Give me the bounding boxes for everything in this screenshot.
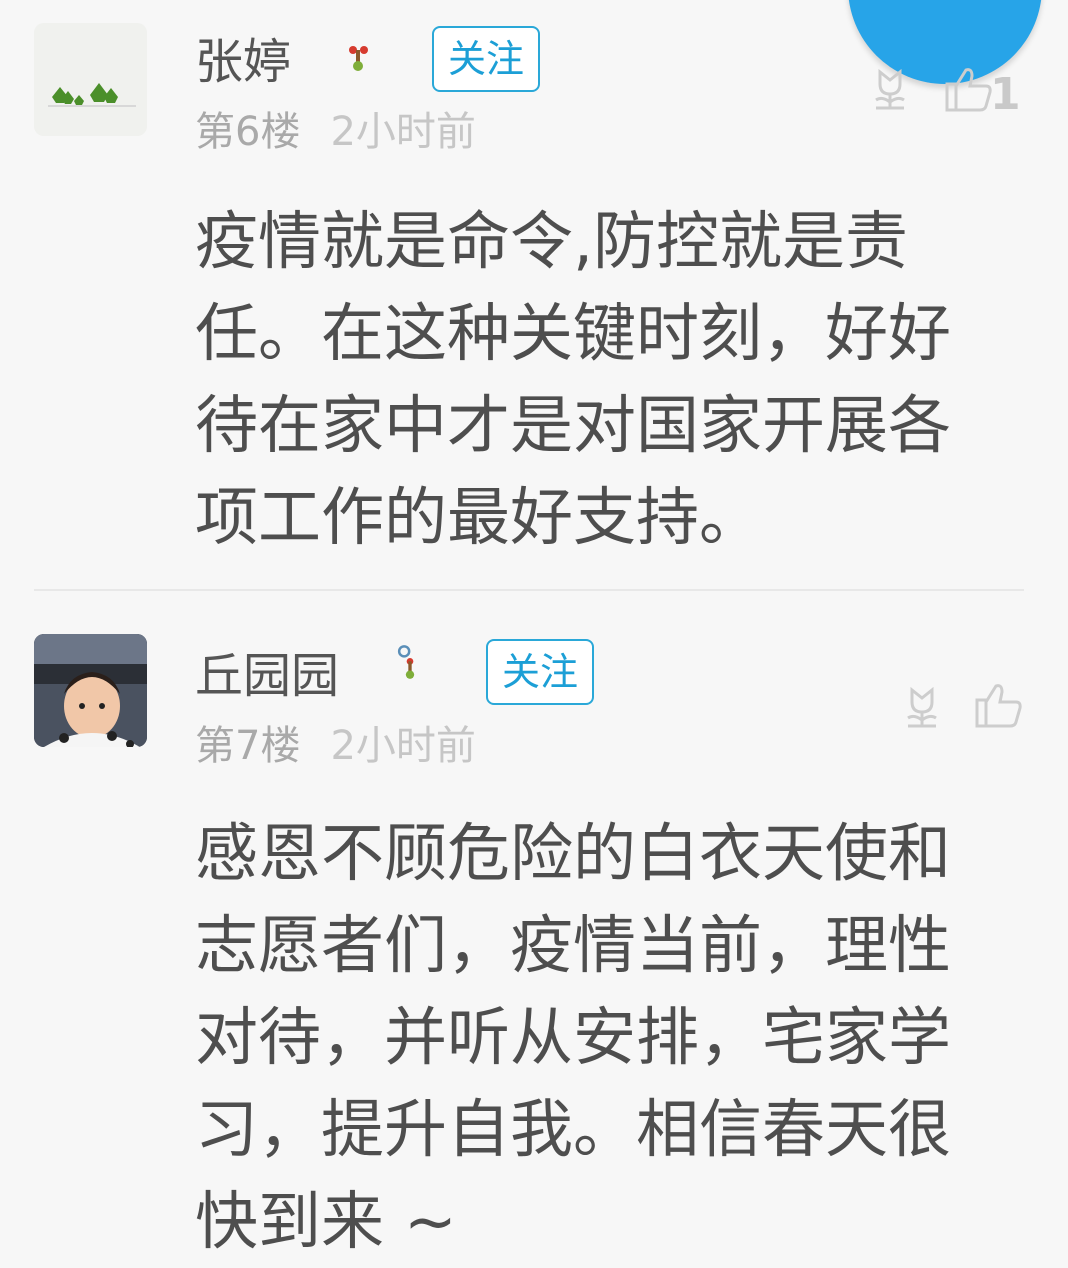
like-count: 1 [990,69,1021,120]
thumbs-up-icon[interactable] [974,680,1024,730]
comment-text: 疫情就是命令,防控就是责任。在这种关键时刻，好好待在家中才是对国家开展各项工作的… [195,205,951,554]
medal-badge-icon [397,645,415,679]
follow-button[interactable]: 关注 [486,639,594,705]
avatar-child-photo [34,634,147,747]
comment-meta: 第7楼 2小时前 [195,722,476,770]
follow-button[interactable]: 关注 [432,26,540,92]
floor-number: 第6楼 [195,109,301,155]
comment-meta: 第6楼 2小时前 [195,108,476,156]
username[interactable]: 丘园园 [195,648,339,704]
timestamp: 2小时前 [330,109,476,155]
timestamp: 2小时前 [330,723,476,769]
username[interactable]: 张婷 [195,34,291,90]
avatar-plants-image [34,23,147,136]
medal-badge-icon [349,46,368,71]
flower-icon[interactable] [866,66,914,112]
avatar[interactable] [34,634,147,747]
flower-icon[interactable] [898,684,946,730]
thumbs-up-icon[interactable] [944,64,994,114]
floor-number: 第7楼 [195,723,301,769]
comment-text: 感恩不顾危险的白衣天使和志愿者们，疫情当前，理性对待，并听从安排，宅家学习，提升… [195,817,951,1258]
comment-divider [34,589,1024,591]
avatar[interactable] [34,23,147,136]
